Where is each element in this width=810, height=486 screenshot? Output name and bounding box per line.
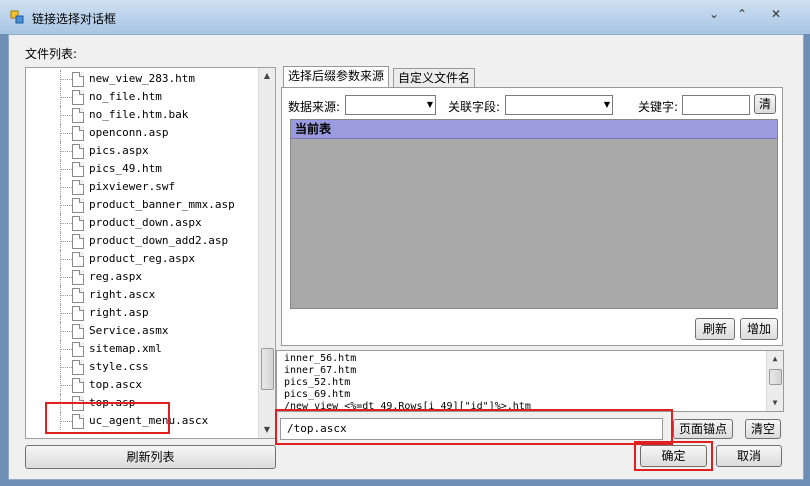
close-icon: ✕ bbox=[770, 7, 782, 21]
list-item[interactable]: pics_52.htm bbox=[284, 377, 350, 389]
file-tree-scrollbar[interactable]: ▲ ▼ bbox=[258, 68, 275, 438]
tab-panel: 数据来源: ▼ 关联字段: ▼ 关键字: 清 当前表 刷新 增加 bbox=[281, 87, 783, 346]
tree-item-label: new_view_283.htm bbox=[89, 72, 195, 85]
file-icon bbox=[72, 180, 84, 195]
minimize-button[interactable]: ⌄ bbox=[700, 4, 728, 24]
clear-keyword-button[interactable]: 清 bbox=[754, 94, 776, 114]
key-field-select[interactable]: ▼ bbox=[505, 95, 613, 115]
refresh-list-button[interactable]: 刷新列表 bbox=[25, 445, 276, 469]
file-icon bbox=[72, 288, 84, 303]
path-highlight bbox=[275, 409, 673, 445]
title-bar: 链接选择对话框 ⌄ ⌃ ✕ bbox=[0, 0, 810, 34]
tree-item-label: product_reg.aspx bbox=[89, 252, 195, 265]
tree-item-label: product_banner_mmx.asp bbox=[89, 198, 235, 211]
tree-item-label: Service.asmx bbox=[89, 324, 169, 337]
close-button[interactable]: ✕ bbox=[762, 4, 790, 24]
tree-item-label: product_down_add2.asp bbox=[89, 234, 229, 247]
file-icon bbox=[72, 162, 84, 177]
tree-item-label: no_file.htm.bak bbox=[89, 108, 189, 121]
tree-item-label: product_down.aspx bbox=[89, 216, 202, 229]
key-field-label: 关联字段: bbox=[448, 100, 501, 114]
tree-item-label: sitemap.xml bbox=[89, 342, 162, 355]
file-icon bbox=[72, 342, 84, 357]
tree-item-label: top.ascx bbox=[89, 378, 142, 391]
tree-item-label: reg.aspx bbox=[89, 270, 142, 283]
file-icon bbox=[72, 378, 84, 393]
chevron-down-icon: ▼ bbox=[603, 100, 610, 109]
result-list-scrollbar[interactable]: ▲ ▼ bbox=[766, 351, 783, 411]
app-icon bbox=[10, 10, 24, 24]
file-icon bbox=[72, 90, 84, 105]
maximize-button[interactable]: ⌃ bbox=[728, 4, 756, 24]
tree-item-label: style.css bbox=[89, 360, 149, 373]
keyword-label: 关键字: bbox=[638, 100, 679, 114]
tab-suffix-source[interactable]: 选择后缀参数来源 bbox=[283, 66, 390, 88]
chevron-down-icon: ▼ bbox=[426, 100, 433, 109]
refresh-button[interactable]: 刷新 bbox=[695, 318, 735, 340]
selected-file-highlight bbox=[45, 402, 170, 434]
data-grid[interactable]: 当前表 bbox=[290, 119, 778, 309]
data-source-label: 数据来源: bbox=[288, 100, 341, 114]
file-icon bbox=[72, 306, 84, 321]
keyword-input[interactable] bbox=[682, 95, 750, 115]
grid-header: 当前表 bbox=[291, 120, 777, 139]
scroll-thumb[interactable] bbox=[261, 348, 274, 390]
file-tree[interactable]: new_view_283.htm no_file.htm no_file.htm.b… bbox=[25, 67, 276, 439]
file-icon bbox=[72, 108, 84, 123]
tree-item-label: pixviewer.swf bbox=[89, 180, 176, 193]
list-item[interactable]: inner_56.htm bbox=[284, 353, 356, 365]
file-icon bbox=[72, 252, 84, 267]
tree-item-label: right.asp bbox=[89, 306, 149, 319]
file-list-label: 文件列表: bbox=[25, 47, 78, 61]
file-icon bbox=[72, 144, 84, 159]
file-icon bbox=[72, 72, 84, 87]
tree-item-label: openconn.asp bbox=[89, 126, 169, 139]
maximize-icon: ⌃ bbox=[736, 7, 748, 21]
scroll-down-icon[interactable]: ▼ bbox=[767, 395, 783, 411]
data-source-select[interactable]: ▼ bbox=[345, 95, 436, 115]
result-list[interactable]: inner_56.htm inner_67.htm pics_52.htm pi… bbox=[276, 350, 784, 412]
list-item[interactable]: pics_69.htm bbox=[284, 389, 350, 401]
scroll-thumb[interactable] bbox=[769, 369, 782, 385]
clear-button[interactable]: 清空 bbox=[745, 419, 781, 439]
file-icon bbox=[72, 270, 84, 285]
tree-item-label: pics_49.htm bbox=[89, 162, 162, 175]
page-anchor-button[interactable]: 页面锚点 bbox=[673, 419, 733, 439]
scroll-up-icon[interactable]: ▲ bbox=[767, 351, 783, 367]
minimize-icon: ⌄ bbox=[708, 7, 720, 21]
add-button[interactable]: 增加 bbox=[740, 318, 778, 340]
scroll-up-icon[interactable]: ▲ bbox=[259, 68, 275, 84]
tree-item-label: right.ascx bbox=[89, 288, 156, 301]
dialog-body: 文件列表: new_view_283.htm no_file.htm no_file… bbox=[8, 34, 804, 480]
window-title: 链接选择对话框 bbox=[32, 12, 117, 26]
file-icon bbox=[72, 126, 84, 141]
scroll-down-icon[interactable]: ▼ bbox=[259, 422, 275, 438]
file-icon bbox=[72, 234, 84, 249]
file-icon bbox=[72, 216, 84, 231]
file-icon bbox=[72, 324, 84, 339]
list-item[interactable]: inner_67.htm bbox=[284, 365, 356, 377]
file-icon bbox=[72, 360, 84, 375]
file-icon bbox=[72, 198, 84, 213]
tab-custom-filename[interactable]: 自定义文件名 bbox=[393, 68, 476, 88]
tree-item-label: no_file.htm bbox=[89, 90, 162, 103]
ok-highlight bbox=[634, 441, 713, 471]
cancel-button[interactable]: 取消 bbox=[716, 445, 782, 467]
tree-item-label: pics.aspx bbox=[89, 144, 149, 157]
